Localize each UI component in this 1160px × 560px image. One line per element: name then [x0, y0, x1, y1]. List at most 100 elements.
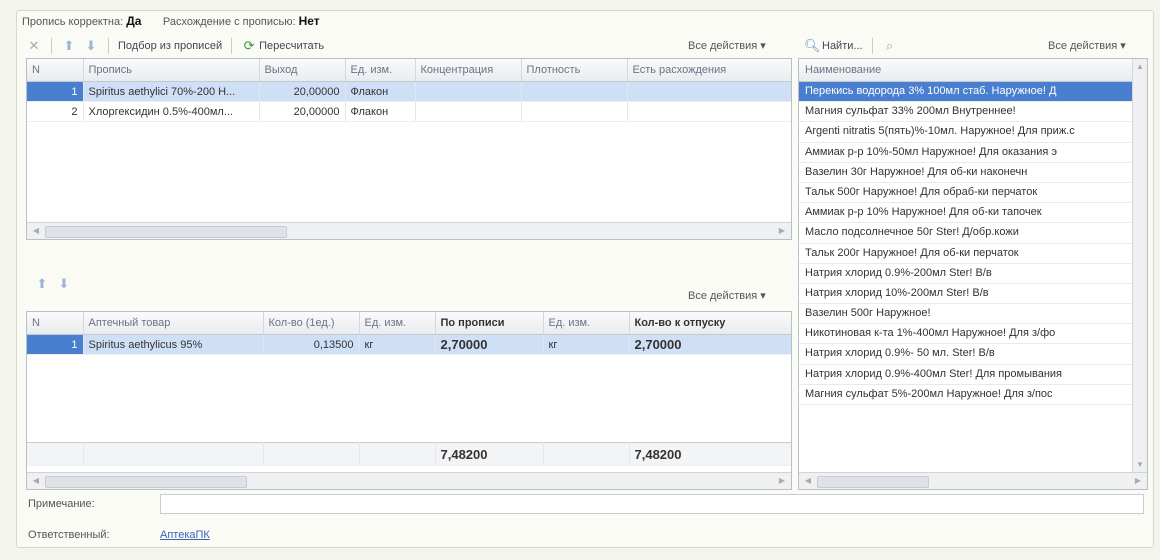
scroll-right-icon[interactable]: ▶	[775, 475, 789, 487]
discrepancy-cell[interactable]	[627, 81, 791, 102]
output-cell[interactable]: 20,00000	[259, 101, 346, 122]
items-toolbar: ⬆ ⬇	[34, 272, 72, 296]
list-item[interactable]: Argenti nitratis 5(пять)%-10мл. Наружное…	[799, 122, 1132, 143]
toolbar-separator	[231, 38, 233, 54]
discrepancy-cell[interactable]	[627, 101, 791, 122]
refresh-icon[interactable]: ⟳	[241, 38, 257, 54]
scroll-left-icon[interactable]: ◀	[29, 475, 43, 487]
column-header[interactable]: Пропись	[83, 59, 260, 82]
column-header[interactable]: Кол-во (1ед.)	[263, 312, 360, 335]
list-item[interactable]: Натрия хлорид 0.9%- 50 мл. Ster! В/в	[799, 344, 1132, 365]
list-header[interactable]: Наименование	[799, 59, 1147, 82]
column-header[interactable]: N	[27, 59, 84, 82]
items-all-actions-menu[interactable]: Все действия ▾	[688, 289, 766, 302]
scroll-thumb[interactable]	[45, 476, 247, 488]
concentration-cell[interactable]	[415, 101, 522, 122]
names-list: Наименование Перекись водорода 3% 100мл …	[798, 58, 1148, 490]
recalculate-button[interactable]: Пересчитать	[259, 40, 324, 52]
column-header[interactable]: Плотность	[521, 59, 628, 82]
discrepancy-value: Нет	[298, 14, 320, 28]
column-header[interactable]: Аптечный товар	[83, 312, 264, 335]
by-recipe-cell[interactable]: 2,70000	[435, 334, 544, 355]
move-up-icon[interactable]: ⬆	[61, 38, 77, 54]
recipe-cell[interactable]: Хлоргексидин 0.5%-400мл...	[83, 101, 260, 122]
totals-cell	[263, 442, 360, 466]
unit-cell[interactable]: Флакон	[345, 81, 416, 102]
list-item[interactable]: Аммиак р-р 10% Наружное! Для об-ки тапоч…	[799, 203, 1132, 224]
item-cell[interactable]: Spiritus aethylicus 95%	[83, 334, 264, 355]
scroll-right-icon[interactable]: ▶	[1131, 475, 1145, 487]
table-row[interactable]: 2 Хлоргексидин 0.5%-400мл... 20,00000 Фл…	[27, 101, 791, 122]
list-item[interactable]: Тальк 200г Наружное! Для об-ки перчаток	[799, 244, 1132, 264]
column-header[interactable]: Кол-во к отпуску	[629, 312, 791, 335]
totals-cell	[359, 442, 436, 466]
unit-cell[interactable]: Флакон	[345, 101, 416, 122]
responsible-link[interactable]: АптекаПК	[160, 529, 210, 541]
list-all-actions-menu[interactable]: Все действия ▾	[1048, 39, 1126, 52]
scroll-thumb[interactable]	[817, 476, 929, 488]
move-down-icon[interactable]: ⬇	[56, 276, 72, 292]
recipes-table: N Пропись Выход Ед. изм. Концентрация Пл…	[26, 58, 792, 240]
horizontal-scrollbar[interactable]: ◀ ▶	[27, 222, 791, 239]
column-header[interactable]: Ед. изм.	[359, 312, 436, 335]
list-toolbar: 🔍︎ Найти... ⌕	[804, 34, 898, 58]
totals-cell	[83, 442, 264, 466]
empty-space	[27, 355, 791, 443]
table-row[interactable]: 1 Spiritus aethylici 70%-200 Н... 20,000…	[27, 81, 791, 102]
density-cell[interactable]	[521, 101, 628, 122]
list-item[interactable]: Перекись водорода 3% 100мл стаб. Наружно…	[799, 82, 1132, 103]
concentration-cell[interactable]	[415, 81, 522, 102]
density-cell[interactable]	[521, 81, 628, 102]
qty-cell[interactable]: 0,13500	[263, 334, 360, 355]
list-item[interactable]: Магния сульфат 33% 200мл Внутреннее!	[799, 102, 1132, 123]
list-item[interactable]: Вазелин 30г Наружное! Для об-ки наконечн	[799, 163, 1132, 183]
scroll-right-icon[interactable]: ▶	[775, 225, 789, 237]
column-header[interactable]: Выход	[259, 59, 346, 82]
horizontal-scrollbar[interactable]: ◀ ▶	[27, 472, 791, 489]
row-number: 2	[27, 101, 84, 122]
column-header[interactable]: По прописи	[435, 312, 544, 335]
scroll-left-icon[interactable]: ◀	[801, 475, 815, 487]
toolbar-separator	[51, 38, 52, 54]
list-item[interactable]: Натрия хлорид 10%-200мл Ster! В/в	[799, 284, 1132, 305]
horizontal-scrollbar[interactable]: ◀ ▶	[799, 472, 1147, 489]
to-dispense-cell[interactable]: 2,70000	[629, 334, 791, 355]
delete-icon[interactable]: ✕	[26, 38, 42, 54]
list-item[interactable]: Вазелин 500г Наружное!	[799, 304, 1132, 325]
toolbar-separator	[871, 38, 873, 54]
move-up-icon[interactable]: ⬆	[34, 276, 50, 292]
list-item[interactable]: Магния сульфат 5%-200мл Наружное! Для з/…	[799, 385, 1132, 405]
column-header[interactable]: Ед. изм.	[345, 59, 416, 82]
search-icon[interactable]: 🔍︎	[804, 38, 821, 54]
total-to-dispense: 7,48200	[629, 442, 791, 466]
find-button[interactable]: Найти...	[822, 40, 863, 52]
vertical-scrollbar[interactable]: ▲ ▼	[1132, 59, 1147, 473]
list-item[interactable]: Натрия хлорид 0.9%-400мл Ster! Для промы…	[799, 365, 1132, 385]
scroll-thumb[interactable]	[45, 226, 287, 238]
recipe-correct-value: Да	[126, 14, 142, 28]
scroll-up-icon[interactable]: ▲	[1133, 61, 1147, 73]
column-header[interactable]: Ед. изм.	[543, 312, 630, 335]
row-number: 1	[27, 81, 84, 102]
scroll-down-icon[interactable]: ▼	[1133, 459, 1147, 471]
cancel-search-icon[interactable]: ⌕	[882, 38, 898, 54]
recipes-all-actions-menu[interactable]: Все действия ▾	[688, 39, 766, 52]
unit-cell[interactable]: кг	[543, 334, 630, 355]
list-item[interactable]: Тальк 500г Наружное! Для обраб-ки перчат…	[799, 183, 1132, 204]
output-cell[interactable]: 20,00000	[259, 81, 346, 102]
list-item[interactable]: Аммиак р-р 10%-50мл Наружное! Для оказан…	[799, 143, 1132, 163]
list-item[interactable]: Масло подсолнечное 50г Ster! Д/обр.кожи	[799, 223, 1132, 244]
pick-from-recipes-button[interactable]: Подбор из прописей	[118, 40, 222, 52]
move-down-icon[interactable]: ⬇	[83, 38, 99, 54]
note-field[interactable]	[160, 494, 1144, 514]
column-header[interactable]: Концентрация	[415, 59, 522, 82]
list-item[interactable]: Натрия хлорид 0.9%-200мл Ster! В/в	[799, 264, 1132, 284]
column-header[interactable]: N	[27, 312, 84, 335]
table-row[interactable]: 1 Spiritus aethylicus 95% 0,13500 кг 2,7…	[27, 334, 791, 355]
column-header[interactable]: Есть расхождения	[627, 59, 791, 82]
scroll-left-icon[interactable]: ◀	[29, 225, 43, 237]
table-header-row: N Аптечный товар Кол-во (1ед.) Ед. изм. …	[27, 312, 791, 335]
recipe-cell[interactable]: Spiritus aethylici 70%-200 Н...	[83, 81, 260, 102]
unit-cell[interactable]: кг	[359, 334, 436, 355]
list-item[interactable]: Никотиновая к-та 1%-400мл Наружное! Для …	[799, 324, 1132, 345]
